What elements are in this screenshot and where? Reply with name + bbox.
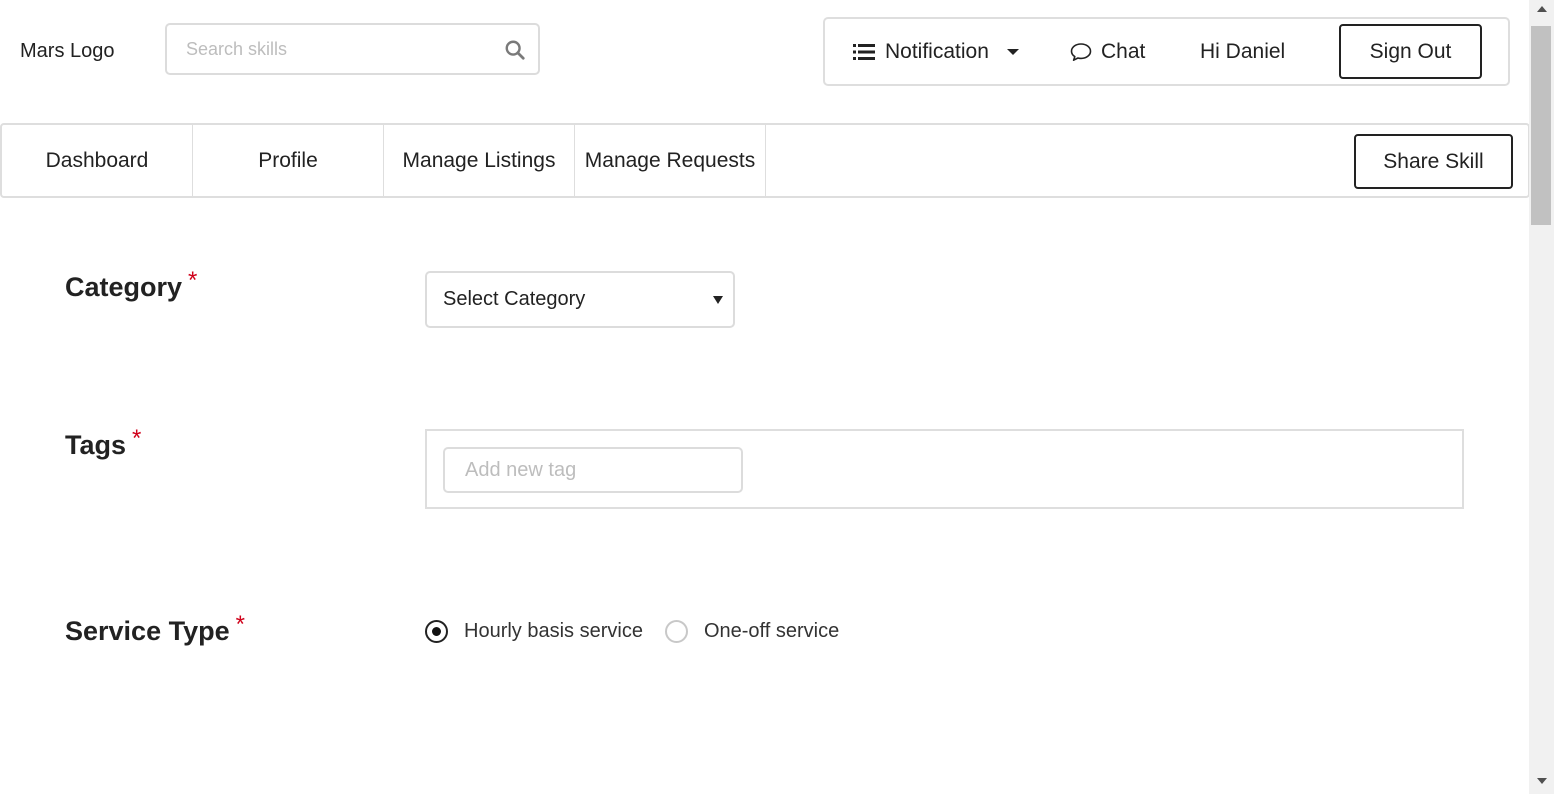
chat-icon <box>1070 42 1092 61</box>
radio-label: Hourly basis service <box>464 619 643 642</box>
search-box <box>165 23 540 75</box>
user-greeting: Hi Daniel <box>1200 39 1286 63</box>
category-label-text: Category <box>65 272 183 302</box>
category-selected-value: Select Category <box>443 288 586 310</box>
notification-menu[interactable]: Notification <box>853 19 1019 84</box>
tab-profile[interactable]: Profile <box>193 125 384 196</box>
top-menu: Notification Chat Hi Daniel Sign Out <box>823 17 1510 86</box>
share-skill-button[interactable]: Share Skill <box>1354 134 1513 189</box>
tab-manage-requests[interactable]: Manage Requests <box>575 125 766 196</box>
notification-label: Notification <box>885 39 989 63</box>
tags-container <box>425 429 1464 509</box>
tag-input[interactable] <box>443 447 743 493</box>
radio-one-off[interactable]: One-off service <box>664 619 840 643</box>
radio-button-unchecked[interactable] <box>664 619 688 643</box>
service-type-label: Service Type * <box>65 611 245 647</box>
chat-label: Chat <box>1101 39 1146 63</box>
tags-label: Tags * <box>65 425 141 461</box>
service-type-label-text: Service Type <box>65 616 230 646</box>
category-label: Category * <box>65 267 197 303</box>
logo[interactable]: Mars Logo <box>20 40 115 63</box>
dropdown-arrow-icon <box>713 296 723 304</box>
scrollbar-thumb[interactable] <box>1531 26 1551 225</box>
sign-out-button[interactable]: Sign Out <box>1339 24 1482 79</box>
page: Mars Logo Notification Chat <box>0 0 1554 794</box>
tab-manage-listings[interactable]: Manage Listings <box>384 125 575 196</box>
caret-down-icon <box>1006 48 1019 55</box>
service-type-radio-group: Hourly basis service One-off service <box>425 616 861 646</box>
vertical-scrollbar[interactable] <box>1529 0 1554 794</box>
main-nav: Dashboard Profile Manage Listings Manage… <box>0 123 1530 198</box>
radio-label: One-off service <box>703 619 840 642</box>
radio-hourly[interactable]: Hourly basis service <box>425 619 643 643</box>
tags-label-text: Tags <box>65 430 127 460</box>
scroll-up-arrow-icon[interactable] <box>1537 6 1547 12</box>
category-select[interactable]: Select Category <box>425 271 735 328</box>
search-icon[interactable] <box>504 39 526 61</box>
required-marker: * <box>188 267 198 294</box>
tab-dashboard[interactable]: Dashboard <box>2 125 193 196</box>
scroll-down-arrow-icon[interactable] <box>1537 778 1547 784</box>
required-marker: * <box>132 425 142 452</box>
chat-link[interactable]: Chat <box>1070 19 1145 84</box>
list-icon <box>853 43 875 60</box>
required-marker: * <box>235 611 245 638</box>
radio-button-checked[interactable] <box>425 619 448 643</box>
search-input[interactable] <box>167 25 487 73</box>
